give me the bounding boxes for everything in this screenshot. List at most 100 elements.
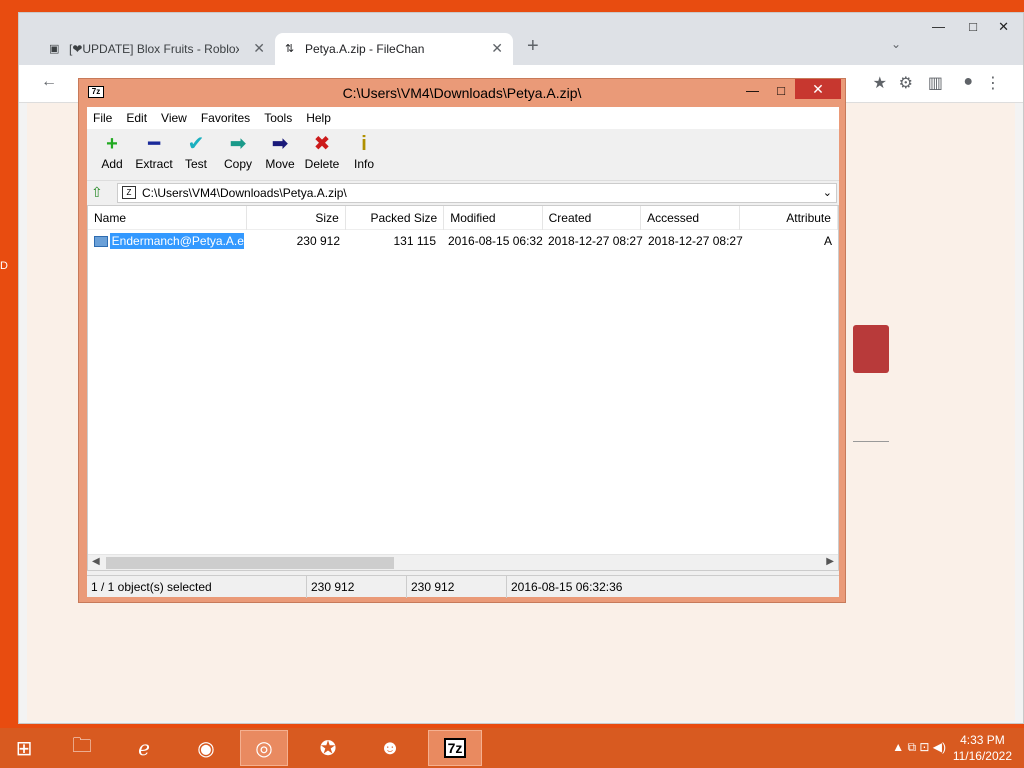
firefox-icon: ◉ [197, 737, 215, 760]
menu-file[interactable]: File [93, 111, 112, 125]
minimize-button[interactable]: — [746, 83, 759, 98]
status-packed: 230 912 [407, 575, 507, 598]
file-list[interactable]: Name Size Packed Size Modified Created A… [87, 205, 839, 571]
info-button[interactable]: i Info [343, 129, 385, 180]
column-modified[interactable]: Modified [444, 206, 543, 230]
sevenzip-titlebar[interactable]: 7z C:\Users\VM4\Downloads\Petya.A.zip\ —… [79, 79, 845, 105]
chevron-up-icon[interactable]: ▲ [892, 740, 904, 754]
menu-help[interactable]: Help [306, 111, 331, 125]
chrome-taskbar-button[interactable]: ◎ [240, 730, 288, 766]
add-label: Add [101, 157, 123, 171]
column-name[interactable]: Name [88, 206, 248, 230]
delete-label: Delete [304, 157, 340, 171]
tab-blox-fruits[interactable]: ▣ [❤UPDATE] Blox Fruits - Roblox ✕ [39, 33, 275, 65]
clock-date: 11/16/2022 [952, 749, 1012, 763]
sevenzip-window: 7z C:\Users\VM4\Downloads\Petya.A.zip\ —… [78, 78, 846, 603]
archive-icon: Z [122, 186, 136, 199]
tab-search-chevron-icon[interactable]: ⌄ [891, 37, 901, 51]
tab-close-icon[interactable]: ✕ [253, 40, 265, 57]
move-label: Move [265, 157, 295, 171]
move-arrow-icon: ➡ [271, 133, 289, 155]
up-folder-icon[interactable]: ⇧ [91, 184, 109, 202]
copy-label: Copy [223, 157, 252, 171]
list-item[interactable]: Endermanch@Petya.A.e... 230 912 131 115 … [88, 230, 838, 252]
new-tab-button[interactable]: + [527, 35, 539, 58]
back-arrow-icon[interactable]: ← [41, 73, 57, 91]
file-size: 230 912 [296, 234, 340, 248]
delete-button[interactable]: ✖ Delete [301, 129, 343, 180]
sevenzip-taskbar-icon: 7z [443, 738, 467, 758]
clock[interactable]: 4:33 PM 11/16/2022 [953, 732, 1012, 764]
path-field[interactable]: Z C:\Users\VM4\Downloads\Petya.A.zip\ ⌄ [117, 183, 837, 203]
minimize-button[interactable]: — [932, 19, 945, 34]
start-button[interactable]: ⊞ [0, 730, 48, 766]
maximize-button[interactable]: □ [969, 19, 977, 34]
folder-icon: 🗀 [72, 735, 92, 757]
windows-logo-icon: ⊞ [15, 737, 33, 760]
maximize-button[interactable]: □ [777, 83, 785, 98]
move-button[interactable]: ➡ Move [259, 129, 301, 180]
info-label: Info [353, 157, 374, 171]
volume-icon[interactable]: ◀) [933, 740, 946, 754]
extract-button[interactable]: ━ Extract [133, 129, 175, 180]
menu-edit[interactable]: Edit [126, 111, 147, 125]
file-name-cell: Endermanch@Petya.A.e... [88, 233, 250, 249]
tab-close-icon[interactable]: ✕ [491, 40, 503, 57]
ie-icon: ℯ [138, 737, 150, 760]
file-name: Endermanch@Petya.A.e... [109, 233, 244, 249]
scroll-thumb[interactable] [106, 557, 394, 569]
add-button[interactable]: + Add [91, 129, 133, 180]
chevron-down-icon[interactable]: ⌄ [823, 186, 832, 199]
side-panel-icon[interactable]: ▥ [928, 73, 943, 93]
toolbar: + Add ━ Extract ✔ Test ➡ Copy ➡ Move ✖ D… [87, 129, 839, 181]
system-tray: ▲ ⧉ ⊡ ◀) [892, 740, 946, 755]
menu-view[interactable]: View [161, 111, 187, 125]
column-attribute[interactable]: Attribute [740, 206, 838, 230]
roblox-favicon-icon: ▣ [49, 43, 60, 55]
column-created[interactable]: Created [543, 206, 642, 230]
download-button[interactable] [853, 325, 889, 373]
status-date: 2016-08-15 06:32:36 [511, 579, 623, 594]
app-taskbar-button[interactable]: ✪ [304, 730, 352, 766]
column-size[interactable]: Size [247, 206, 346, 230]
menu-favorites[interactable]: Favorites [201, 111, 250, 125]
exe-file-icon [94, 235, 108, 247]
sevenzip-taskbar-button[interactable]: 7z [428, 730, 482, 766]
tab-petya-filechan[interactable]: ⇅ Petya.A.zip - FileChan ✕ [275, 33, 513, 65]
file-accessed: 2018-12-27 08:27 [648, 234, 743, 248]
chrome-icon: ◎ [255, 737, 273, 760]
filechan-favicon-icon: ⇅ [285, 43, 295, 55]
desktop-icon-fragment[interactable]: D [0, 260, 10, 272]
red-app-icon: ✪ [319, 737, 337, 760]
extensions-puzzle-icon[interactable]: ⚙ [899, 73, 913, 93]
firefox-taskbar-button[interactable]: ◉ [182, 730, 230, 766]
bookmark-star-icon[interactable]: ★ [873, 73, 887, 93]
camera-icon[interactable]: ⧉ [907, 740, 916, 754]
file-attribute: A [823, 234, 832, 248]
network-icon[interactable]: ⊡ [919, 740, 929, 754]
menu-bar: File Edit View Favorites Tools Help [87, 107, 839, 129]
column-accessed[interactable]: Accessed [641, 206, 740, 230]
divider [853, 441, 889, 442]
test-button[interactable]: ✔ Test [175, 129, 217, 180]
tab-label: Petya.A.zip - FileChan [305, 42, 425, 56]
menu-tools[interactable]: Tools [264, 111, 292, 125]
path-text: C:\Users\VM4\Downloads\Petya.A.zip\ [142, 186, 347, 200]
tab-label: [❤UPDATE] Blox Fruits - Roblox [69, 42, 239, 56]
discord-taskbar-button[interactable]: ☻ [366, 730, 414, 766]
horizontal-scrollbar[interactable]: ◀ ▶ [88, 554, 838, 570]
copy-button[interactable]: ➡ Copy [217, 129, 259, 180]
profile-avatar-icon[interactable]: ● [963, 73, 973, 91]
clock-time: 4:33 PM [960, 733, 1005, 747]
close-button[interactable]: ✕ [795, 79, 841, 99]
column-packed-size[interactable]: Packed Size [346, 206, 445, 230]
scroll-left-icon[interactable]: ◀ [92, 556, 100, 567]
internet-explorer-taskbar-button[interactable]: ℯ [120, 730, 168, 766]
minus-icon: ━ [147, 133, 161, 155]
test-label: Test [184, 157, 207, 171]
status-selection: 1 / 1 object(s) selected [87, 575, 307, 598]
file-explorer-taskbar-button[interactable]: 🗀 [58, 730, 106, 766]
scroll-right-icon[interactable]: ▶ [826, 556, 834, 567]
browser-menu-icon[interactable]: ⋮ [985, 73, 1001, 93]
close-button[interactable]: ✕ [998, 19, 1009, 35]
